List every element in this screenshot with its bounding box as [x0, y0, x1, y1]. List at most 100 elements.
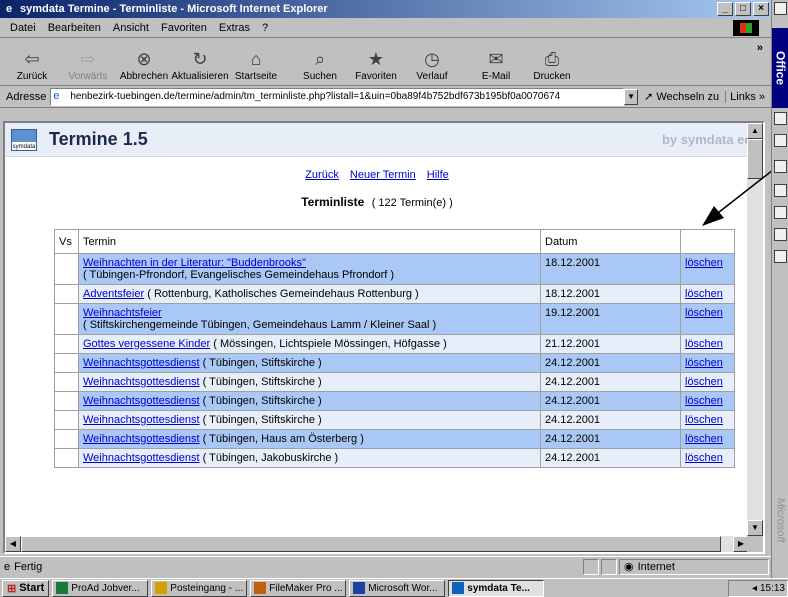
- address-label: Adresse: [6, 90, 47, 103]
- minimize-button[interactable]: _: [717, 2, 733, 16]
- menu-favoriten[interactable]: Favoriten: [155, 22, 213, 34]
- termin-link[interactable]: Weihnachten in der Literatur: "Buddenbro…: [83, 257, 306, 269]
- back-link[interactable]: Zurück: [305, 169, 339, 181]
- office-app-icon[interactable]: [774, 184, 787, 197]
- maximize-button[interactable]: □: [735, 2, 751, 16]
- search-icon: ⌕: [314, 48, 326, 69]
- help-link[interactable]: Hilfe: [427, 169, 449, 181]
- window-title: symdata Termine - Terminliste - Microsof…: [20, 3, 328, 15]
- menu-bearbeiten[interactable]: Bearbeiten: [42, 22, 107, 34]
- task-button[interactable]: Microsoft Wor...: [349, 579, 446, 597]
- termin-link[interactable]: Weihnachtsfeier: [83, 307, 162, 319]
- delete-link[interactable]: löschen: [685, 257, 723, 269]
- toolbar: ⇦ Zurück ⇨ Vorwärts ⊗ Abbrechen ↻ Aktualisie…: [0, 38, 771, 86]
- list-count: ( 122 Termin(e) ): [371, 197, 453, 209]
- window-controls: _ □ ×: [717, 2, 769, 16]
- vertical-scroll-thumb[interactable]: [747, 139, 763, 179]
- termin-cell: Weihnachtsgottesdienst ( Tübingen, Stift…: [78, 391, 541, 411]
- browser-window: e symdata Termine - Terminliste - Micros…: [0, 0, 788, 578]
- delete-link[interactable]: löschen: [685, 357, 723, 369]
- forward-button[interactable]: ⇨ Vorwärts: [60, 47, 116, 83]
- toolbar-more-button[interactable]: »: [757, 42, 763, 54]
- termin-detail: ( Tübingen, Stiftskirche ): [202, 357, 322, 369]
- mail-button[interactable]: ✉ E-Mail: [468, 47, 524, 83]
- office-app-icon[interactable]: [774, 250, 787, 263]
- table-row: Weihnachtsgottesdienst ( Tübingen, Jakob…: [54, 448, 735, 468]
- menu-ansicht[interactable]: Ansicht: [107, 22, 155, 34]
- go-button[interactable]: ➚ Wechseln zu: [638, 90, 725, 104]
- task-button[interactable]: Posteingang - ...: [151, 579, 248, 597]
- address-dropdown-button[interactable]: ▼: [624, 88, 639, 105]
- task-button[interactable]: ProAd Jobver...: [52, 579, 149, 597]
- termin-link[interactable]: Weihnachtsgottesdienst: [83, 414, 200, 426]
- new-appointment-link[interactable]: Neuer Termin: [350, 169, 416, 181]
- delete-link[interactable]: löschen: [685, 414, 723, 426]
- office-bar-title: Office: [772, 28, 788, 108]
- office-app-icon[interactable]: [774, 112, 787, 125]
- menu-datei[interactable]: Datei: [4, 22, 42, 34]
- delete-link[interactable]: löschen: [685, 395, 723, 407]
- termin-link[interactable]: Weihnachtsgottesdienst: [83, 452, 200, 464]
- office-app-icon[interactable]: [774, 206, 787, 219]
- history-button[interactable]: ◷ Verlauf: [404, 47, 460, 83]
- scroll-left-button[interactable]: ◀: [5, 536, 21, 552]
- termin-detail: ( Tübingen-Pfrondorf, Evangelisches Geme…: [83, 269, 395, 281]
- delete-link[interactable]: löschen: [685, 376, 723, 388]
- start-button[interactable]: ⊞ Start: [2, 579, 50, 597]
- status-zone: ◉ Internet: [619, 558, 769, 575]
- delete-link[interactable]: löschen: [685, 452, 723, 464]
- termin-link[interactable]: Weihnachtsgottesdienst: [83, 395, 200, 407]
- stop-button[interactable]: ⊗ Abbrechen: [116, 47, 172, 83]
- windows-logo-icon: [733, 20, 759, 36]
- office-bar-icon[interactable]: [774, 2, 787, 15]
- termin-link[interactable]: Gottes vergessene Kinder: [83, 338, 210, 350]
- system-tray: ◂ 15:13: [728, 580, 788, 597]
- scroll-down-button[interactable]: ▼: [747, 520, 763, 536]
- delete-link[interactable]: löschen: [685, 288, 723, 300]
- print-button[interactable]: ⎙ Drucken: [524, 47, 580, 83]
- scroll-corner: [747, 536, 763, 552]
- status-text: Fertig: [14, 560, 43, 573]
- table-row: Weihnachtsgottesdienst ( Tübingen, Stift…: [54, 391, 735, 411]
- app-icon: [254, 582, 267, 594]
- delete-link[interactable]: löschen: [685, 338, 723, 350]
- menu-extras[interactable]: Extras: [213, 22, 256, 34]
- termin-cell: Gottes vergessene Kinder ( Mössingen, Li…: [78, 334, 541, 354]
- menu-help[interactable]: ?: [256, 22, 274, 34]
- task-button[interactable]: FileMaker Pro ...: [250, 579, 347, 597]
- vs-cell: [54, 334, 79, 354]
- termin-link[interactable]: Adventsfeier: [83, 288, 144, 300]
- office-app-icon[interactable]: [774, 134, 787, 147]
- task-button-active[interactable]: symdata Te...: [448, 579, 545, 597]
- search-button[interactable]: ⌕ Suchen: [292, 47, 348, 83]
- header-datum: Datum: [540, 229, 681, 254]
- home-button[interactable]: ⌂ Startseite: [228, 47, 284, 83]
- date-cell: 18.12.2001: [540, 284, 681, 304]
- app-icon: [353, 582, 366, 594]
- favorites-button[interactable]: ★ Favoriten: [348, 47, 404, 83]
- back-button[interactable]: ⇦ Zurück: [4, 47, 60, 83]
- links-button[interactable]: Links »: [725, 90, 769, 103]
- office-app-icon[interactable]: [774, 160, 787, 173]
- termin-link[interactable]: Weihnachtsgottesdienst: [83, 357, 200, 369]
- office-app-icon[interactable]: [774, 228, 787, 241]
- horizontal-scrollbar[interactable]: ◀ ▶: [5, 536, 749, 552]
- table-row: Adventsfeier ( Rottenburg, Katholisches …: [54, 284, 735, 304]
- termin-detail: ( Rottenburg, Katholisches Gemeindehaus …: [147, 288, 419, 300]
- refresh-button[interactable]: ↻ Aktualisieren: [171, 47, 228, 83]
- address-input[interactable]: e henbezirk-tuebingen.de/termine/admin/t…: [50, 87, 625, 106]
- delete-link[interactable]: löschen: [685, 433, 723, 445]
- termin-link[interactable]: Weihnachtsgottesdienst: [83, 376, 200, 388]
- action-cell: löschen: [680, 429, 735, 449]
- delete-link[interactable]: löschen: [685, 307, 723, 319]
- favorites-icon: ★: [367, 48, 385, 69]
- termin-link[interactable]: Weihnachtsgottesdienst: [83, 433, 200, 445]
- horizontal-scroll-thumb[interactable]: [21, 536, 721, 552]
- vertical-scrollbar[interactable]: ▲ ▼: [747, 123, 763, 536]
- table-row: Weihnachten in der Literatur: "Buddenbro…: [54, 253, 735, 285]
- scroll-up-button[interactable]: ▲: [747, 123, 763, 139]
- title-bar[interactable]: e symdata Termine - Terminliste - Micros…: [0, 0, 771, 18]
- app-icon: [452, 582, 465, 594]
- close-button[interactable]: ×: [753, 2, 769, 16]
- header-vs: Vs: [54, 229, 79, 254]
